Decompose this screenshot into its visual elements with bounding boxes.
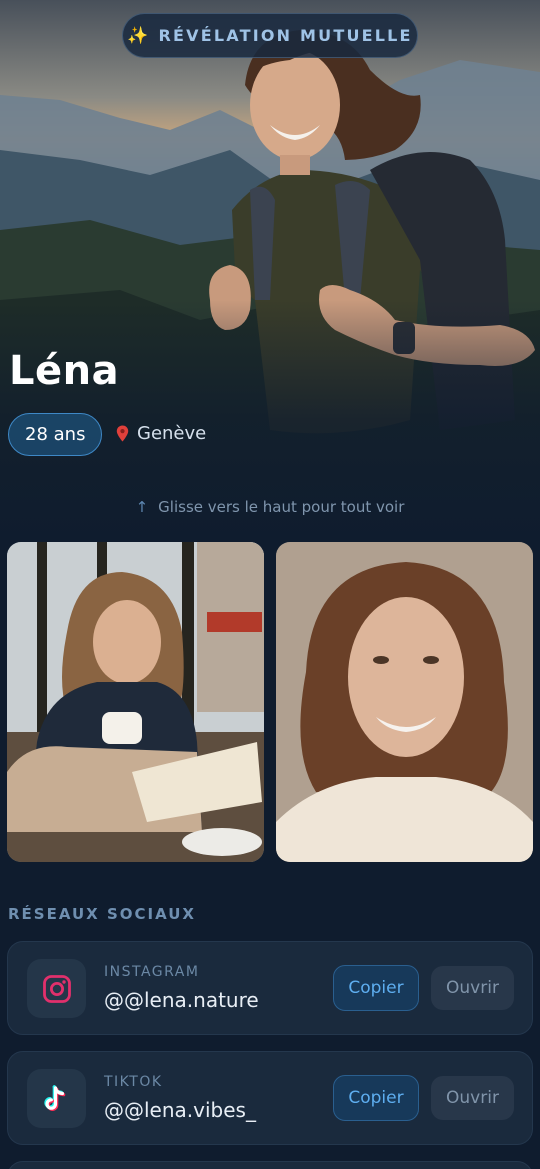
open-button[interactable]: Ouvrir <box>431 1076 514 1120</box>
age-label: 28 ans <box>25 424 86 445</box>
age-pill: 28 ans <box>8 413 103 456</box>
sparkles-icon: ✨ <box>127 25 149 46</box>
tiktok-icon <box>43 1084 65 1111</box>
profile-name: Léna <box>9 348 120 394</box>
location: Genève <box>116 423 206 444</box>
social-card-instagram: INSTAGRAM @@lena.nature Copier Ouvrir <box>7 941 533 1035</box>
swipe-up-hint: ↑ Glisse vers le haut pour tout voir <box>0 498 540 516</box>
badge-label: RÉVÉLATION MUTUELLE <box>158 26 413 45</box>
social-card-tiktok: TIKTOK @@lena.vibes_ Copier Ouvrir <box>7 1051 533 1145</box>
social-network-label: TIKTOK <box>104 1074 163 1090</box>
photo-portrait[interactable] <box>276 542 533 862</box>
tiktok-icon-box <box>27 1069 86 1128</box>
photo-cafe[interactable] <box>7 542 264 862</box>
location-label: Genève <box>137 423 207 444</box>
social-network-label: INSTAGRAM <box>104 964 200 980</box>
open-button[interactable]: Ouvrir <box>431 966 514 1010</box>
social-handle: @@lena.vibes_ <box>104 1098 256 1122</box>
arrow-up-icon: ↑ <box>135 498 149 516</box>
social-handle: @@lena.nature <box>104 988 259 1012</box>
cafe-photo-image <box>7 542 264 862</box>
socials-section-title: RÉSEAUX SOCIAUX <box>8 905 196 923</box>
instagram-icon <box>42 974 71 1003</box>
copy-button[interactable]: Copier <box>333 965 419 1011</box>
social-card-partial <box>7 1161 533 1169</box>
portrait-photo-image <box>276 542 533 862</box>
map-pin-icon <box>116 425 129 442</box>
mutual-reveal-badge: ✨ RÉVÉLATION MUTUELLE <box>122 13 418 58</box>
swipe-hint-text: Glisse vers le haut pour tout voir <box>158 498 405 516</box>
instagram-icon-box <box>27 959 86 1018</box>
hero-photo <box>0 0 540 540</box>
copy-button[interactable]: Copier <box>333 1075 419 1121</box>
